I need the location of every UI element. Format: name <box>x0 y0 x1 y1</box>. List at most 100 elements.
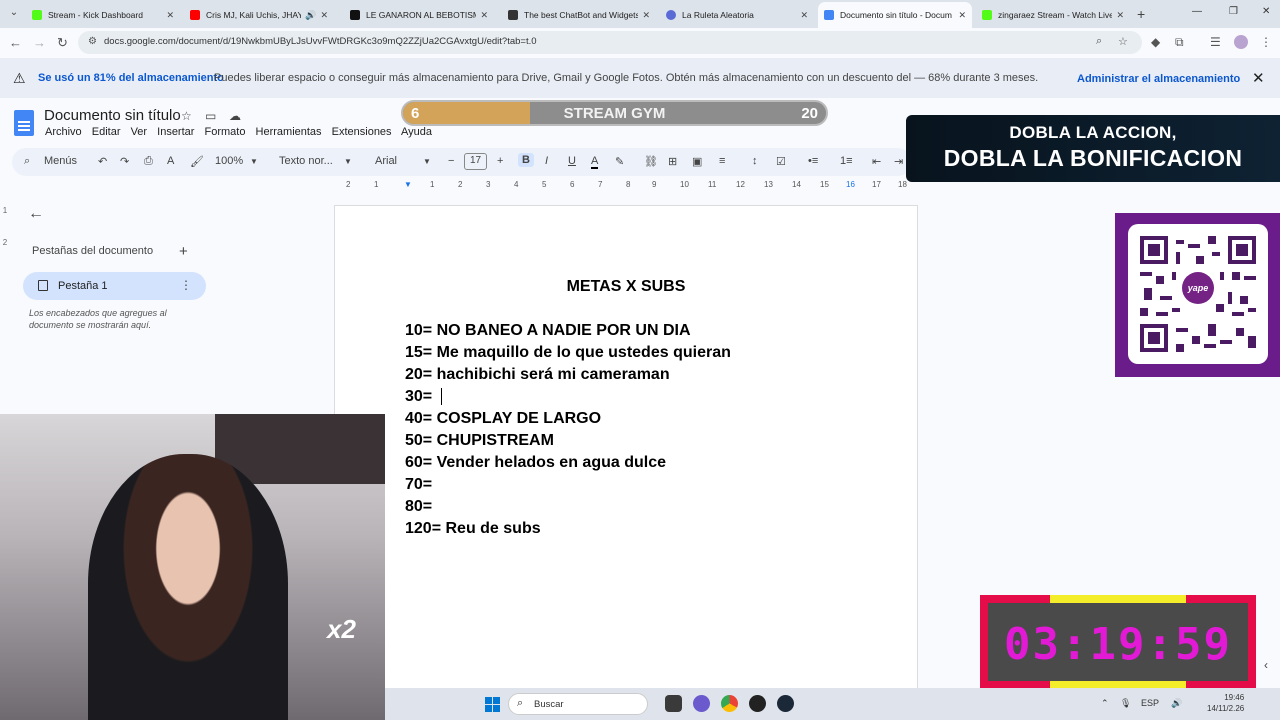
close-tab-icon[interactable]: ✕ <box>800 10 808 21</box>
tab-search-button[interactable]: ⌄ <box>6 5 22 21</box>
close-tab-icon[interactable]: ✕ <box>1116 10 1124 21</box>
document-tab-item[interactable]: Pestaña 1 ⋮ <box>23 272 206 300</box>
menu-extensiones[interactable]: Extensiones <box>332 126 392 138</box>
browser-tab-2[interactable]: Cris MJ, Kali Uchis, JHAYCO 🔊 ✕ <box>184 4 334 26</box>
file-explorer-icon[interactable] <box>665 695 682 712</box>
close-tab-icon[interactable]: ✕ <box>642 10 650 21</box>
indent-marker-icon[interactable]: ▼ <box>404 180 412 189</box>
google-docs-logo[interactable] <box>14 110 34 136</box>
reload-icon[interactable]: ↻ <box>57 35 68 51</box>
search-menus-label[interactable]: Menús <box>44 155 77 167</box>
menu-formato[interactable]: Formato <box>205 126 246 138</box>
undo-icon[interactable]: ↶ <box>98 155 107 168</box>
obs-icon[interactable] <box>749 695 766 712</box>
align-icon[interactable]: ≡ <box>719 155 725 167</box>
bulleted-list-icon[interactable]: •≡ <box>808 155 818 167</box>
indent-more-icon[interactable]: ⇥ <box>894 155 903 168</box>
font-size-input[interactable]: 17 <box>464 153 488 170</box>
close-tab-icon[interactable]: ✕ <box>958 10 966 21</box>
steam-icon[interactable] <box>777 695 794 712</box>
profile-avatar[interactable] <box>1234 35 1248 49</box>
url-text[interactable]: docs.google.com/document/d/19NwkbmUByLJs… <box>104 36 537 47</box>
close-tab-icon[interactable]: ✕ <box>480 10 488 21</box>
spellcheck-icon[interactable]: A <box>167 155 174 167</box>
browser-tab-3[interactable]: LE GANARON AL BEBOTISMO ✕ <box>344 4 494 26</box>
zoom-select[interactable]: 100% <box>215 155 243 167</box>
move-folder-icon[interactable]: ▭ <box>205 109 216 123</box>
highlight-icon[interactable]: ✎ <box>615 155 624 168</box>
menu-insertar[interactable]: Insertar <box>157 126 194 138</box>
italic-icon[interactable]: I <box>545 155 548 167</box>
chrome-icon[interactable] <box>721 695 738 712</box>
checklist-icon[interactable]: ☑ <box>776 155 786 168</box>
extensions-puzzle-icon[interactable]: ⧉ <box>1175 35 1184 50</box>
taskbar-search[interactable]: ⌕ Buscar <box>508 693 648 715</box>
menu-ver[interactable]: Ver <box>131 126 148 138</box>
browser-tab-4[interactable]: The best ChatBot and Widgets ✕ <box>502 4 656 26</box>
ruler-tick: 3 <box>486 180 491 189</box>
bold-icon[interactable]: B <box>518 153 534 167</box>
zoom-icon[interactable]: ⌕ <box>1096 35 1102 48</box>
discord-icon[interactable] <box>693 695 710 712</box>
style-select[interactable]: Texto nor... <box>279 155 333 167</box>
dismiss-banner-icon[interactable]: ✕ <box>1252 69 1265 87</box>
windows-start-icon[interactable] <box>485 697 500 712</box>
browser-tab-1[interactable]: Stream - Kick Dashboard ✕ <box>26 4 180 26</box>
browser-tab-7[interactable]: zingaraez Stream - Watch Live ✕ <box>976 4 1130 26</box>
text-color-icon[interactable]: A <box>591 155 599 169</box>
close-window-icon[interactable]: ✕ <box>1262 6 1270 17</box>
document-title[interactable]: Documento sin título <box>44 107 181 124</box>
new-tab-button[interactable]: + <box>1137 6 1145 22</box>
site-info-icon[interactable]: ⚙ <box>88 36 97 47</box>
horizontal-ruler[interactable]: 2 1 ▼ 1 2 3 4 5 6 7 8 9 10 11 12 13 14 1… <box>334 180 918 194</box>
ruler-tick: 1 <box>430 180 435 189</box>
image-icon[interactable]: ▣ <box>692 155 702 168</box>
font-select[interactable]: Arial <box>375 155 397 167</box>
volume-icon[interactable]: 🔊 <box>1171 698 1182 709</box>
underline-icon[interactable]: U <box>568 155 576 167</box>
comment-icon[interactable]: ⊞ <box>668 155 677 168</box>
side-panel-toggle-icon[interactable]: ‹ <box>1264 658 1268 672</box>
line-spacing-icon[interactable]: ↕ <box>752 155 758 167</box>
mic-icon[interactable]: 🎙 <box>1120 698 1131 709</box>
browser-tab-5[interactable]: La Ruleta Aleatoria ✕ <box>660 4 814 26</box>
cloud-status-icon[interactable]: ☁ <box>229 109 241 123</box>
increase-font-icon[interactable]: + <box>497 155 503 167</box>
language-indicator[interactable]: ESP <box>1141 698 1159 708</box>
print-icon[interactable]: ⎙ <box>144 155 153 168</box>
goal-line-editing[interactable]: 30= <box>405 386 731 408</box>
search-menus-icon[interactable]: ⌕ <box>24 155 30 168</box>
link-icon[interactable]: ⛓ <box>644 155 658 168</box>
numbered-list-icon[interactable]: 1≡ <box>840 155 853 167</box>
speaker-icon[interactable]: 🔊 <box>305 10 316 21</box>
forward-icon[interactable]: → <box>33 35 46 50</box>
close-outline-icon[interactable]: ← <box>28 205 44 223</box>
extension-diamond-icon[interactable]: ◆ <box>1151 35 1160 49</box>
browser-tab-6-active[interactable]: Documento sin título - Docum ✕ <box>818 2 972 28</box>
menu-ayuda[interactable]: Ayuda <box>401 126 432 138</box>
indent-icon[interactable]: ⇤ <box>872 155 881 168</box>
add-tab-icon[interactable]: + <box>179 243 188 260</box>
media-control-icon[interactable]: ☰ <box>1210 35 1221 49</box>
address-bar[interactable]: ⚙ docs.google.com/document/d/19NwkbmUByL… <box>78 31 1142 54</box>
decrease-font-icon[interactable]: − <box>448 155 454 167</box>
chrome-menu-icon[interactable]: ⋮ <box>1260 35 1272 49</box>
paint-format-icon[interactable]: 🖌 <box>190 155 204 168</box>
tray-chevron-icon[interactable]: ⌃ <box>1101 698 1109 709</box>
bookmark-star-icon[interactable]: ☆ <box>1118 35 1128 48</box>
menu-herramientas[interactable]: Herramientas <box>256 126 322 138</box>
close-tab-icon[interactable]: ✕ <box>166 10 174 21</box>
close-tab-icon[interactable]: ✕ <box>320 10 328 21</box>
document-page[interactable]: METAS X SUBS 10= NO BANEO A NADIE POR UN… <box>334 205 918 720</box>
star-icon[interactable]: ☆ <box>181 109 192 123</box>
back-icon[interactable]: ← <box>9 35 22 50</box>
system-clock[interactable]: 19:46 14/11/2.26 <box>1207 692 1244 714</box>
menu-archivo[interactable]: Archivo <box>45 126 82 138</box>
redo-icon[interactable]: ↷ <box>120 155 129 168</box>
manage-storage-link[interactable]: Administrar el almacenamiento <box>1077 73 1240 85</box>
more-options-icon[interactable]: ⋮ <box>180 278 192 292</box>
ruler-tick: 2 <box>458 180 463 189</box>
menu-editar[interactable]: Editar <box>92 126 121 138</box>
restore-icon[interactable]: ❐ <box>1229 6 1238 17</box>
minimize-icon[interactable]: — <box>1192 6 1202 17</box>
